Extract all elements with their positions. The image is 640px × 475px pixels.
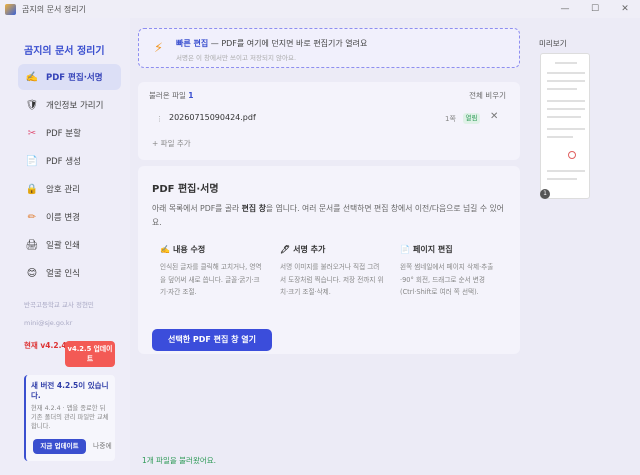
shield-icon: 🛡 — [25, 99, 39, 111]
minimize-button[interactable]: — — [550, 0, 580, 18]
update-now-button[interactable]: 지금 업데이트 — [33, 439, 86, 454]
clear-all-button[interactable]: 전체 비우기 — [469, 90, 506, 101]
preview-label: 미리보기 — [539, 39, 567, 48]
sidebar-item-label: 개인정보 가리기 — [46, 101, 104, 111]
sidebar-item-label: 일괄 인쇄 — [46, 241, 80, 251]
version-row: 현재 v4.2.4 — [24, 340, 67, 351]
sidebar-item-label: PDF 편집·서명 — [46, 73, 103, 83]
window-title: 곰지의 문서 정리기 — [22, 4, 86, 14]
file-list-header: 불러온 파일 1 — [149, 91, 194, 100]
printer-icon: 🖨 — [25, 239, 39, 251]
file-list-card: 불러온 파일 1 전체 비우기 ⋮ 20260715090424.pdf 1쪽 … — [138, 82, 520, 160]
update-title: 새 버전 4.2.5이 있습니다. — [31, 381, 109, 400]
sidebar-item-label: 얼굴 인식 — [46, 269, 80, 279]
title-bar: 곰지의 문서 정리기 — [0, 0, 640, 18]
update-desc: 현재 4.2.4 · 앱을 종료한 뒤 기존 폴더의 관리 파일만 교체합니다. — [31, 405, 109, 430]
stamp-mark — [568, 151, 576, 159]
status-message: 1개 파일을 불러왔어요. — [142, 456, 217, 465]
feature-card-edit: ✍️ 내용 수정 인식된 글자를 클릭해 고치거나, 영역을 덮어써 새로 씁니다… — [150, 236, 268, 322]
later-button[interactable]: 나중에 — [93, 439, 112, 454]
sidebar-item-rename[interactable]: ✏ 이름 변경 — [18, 204, 121, 230]
sidebar-item-label: PDF 생성 — [46, 157, 81, 167]
sidebar-item-label: 암호 관리 — [46, 185, 80, 195]
drag-handle-icon[interactable]: ⋮ — [156, 115, 163, 123]
sidebar-item-privacy[interactable]: 🛡 개인정보 가리기 — [18, 92, 121, 118]
feature-title: 📄 페이지 편집 — [400, 245, 453, 254]
pen-icon: 🖊 — [280, 245, 291, 254]
feature-desc: 왼쪽 썸네일에서 페이지 삭제·추출·90° 회전, 드래그로 순서 변경(Ct… — [400, 263, 494, 296]
sidebar-item-label: 이름 변경 — [46, 213, 80, 223]
feature-title: ✍️ 내용 수정 — [160, 245, 206, 254]
update-card: 새 버전 4.2.5이 있습니다. 현재 4.2.4 · 앱을 종료한 뒤 기존… — [24, 375, 115, 461]
author-org: 반곡고등학교 교사 정현민 — [24, 301, 94, 309]
sidebar-item-face[interactable]: 😊 얼굴 인식 — [18, 260, 121, 286]
document-icon: 📄 — [400, 245, 410, 254]
lightning-icon: ⚡ — [154, 41, 164, 56]
maximize-button[interactable]: ☐ — [580, 0, 610, 18]
smile-icon: 😊 — [26, 267, 38, 279]
author-email: mini@sje.go.kr — [24, 319, 73, 327]
app-icon — [5, 3, 16, 15]
panel-title: PDF 편집·서명 — [152, 184, 219, 195]
lock-icon: 🔒 — [25, 183, 39, 195]
preview-pane: 미리보기 1 — [530, 28, 640, 475]
add-file-button[interactable]: + 파일 추가 — [152, 138, 191, 149]
pencil-icon: ✏ — [27, 211, 37, 223]
page-thumbnail[interactable]: 1 — [540, 53, 590, 199]
sidebar-item-split[interactable]: ✂ PDF 분할 — [18, 120, 121, 146]
pen-hand-icon: ✍️ — [160, 245, 170, 254]
quick-edit-title: 빠른 편집 — PDF를 여기에 던지면 바로 편집기가 열려요 — [176, 39, 368, 48]
file-name: 20260715090424.pdf — [169, 113, 256, 122]
file-pages: 1쪽 — [445, 115, 456, 123]
quick-edit-subtitle: 서명은 이 창에서만 쓰이고 저장되지 않아요. — [176, 54, 297, 62]
current-version: 현재 v4.2.4 — [24, 341, 67, 350]
feature-card-pages: 📄 페이지 편집 왼쪽 썸네일에서 페이지 삭제·추출·90° 회전, 드래그로 … — [390, 236, 508, 322]
feature-desc: 서명 이미지를 불러오거나 직접 그려서 도장처럼 찍습니다. 저장 전까지 위… — [280, 263, 384, 296]
sidebar-item-label: PDF 분할 — [46, 129, 81, 139]
sidebar-item-create[interactable]: 📄 PDF 생성 — [18, 148, 121, 174]
feature-desc: 인식된 글자를 클릭해 고치거나, 영역을 덮어써 새로 씁니다. 글꼴·굵기·… — [160, 263, 262, 296]
feature-title: 🖊 서명 추가 — [280, 245, 326, 254]
pen-hand-icon: ✍️ — [25, 71, 39, 83]
open-editor-button[interactable]: 선택한 PDF 편집 창 열기 — [152, 329, 272, 351]
scissors-icon: ✂ — [27, 127, 37, 139]
page-number-badge: 1 — [540, 189, 550, 199]
panel-description: 아래 목록에서 PDF를 골라 편집 창을 엽니다. 여러 문서를 선택하면 편… — [152, 204, 504, 227]
pdf-edit-panel: PDF 편집·서명 아래 목록에서 PDF를 골라 편집 창을 엽니다. 여러 … — [138, 166, 520, 354]
update-badge-button[interactable]: v4.2.5 업데이트 — [65, 341, 115, 367]
remove-file-icon[interactable]: ✕ — [490, 111, 498, 122]
sidebar-brand: 곰지의 문서 정리기 — [24, 46, 105, 57]
document-icon: 📄 — [25, 155, 39, 167]
status-badge: 열림 — [463, 113, 480, 124]
close-button[interactable]: ✕ — [610, 0, 640, 18]
feature-card-sign: 🖊 서명 추가 서명 이미지를 불러오거나 직접 그려서 도장처럼 찍습니다. 저… — [270, 236, 388, 322]
sidebar-item-password[interactable]: 🔒 암호 관리 — [18, 176, 121, 202]
sidebar-item-pdf-edit-sign[interactable]: ✍️ PDF 편집·서명 — [18, 64, 121, 90]
quick-edit-dropzone[interactable]: ⚡ 빠른 편집 — PDF를 여기에 던지면 바로 편집기가 열려요 서명은 이… — [138, 28, 520, 68]
sidebar-item-print[interactable]: 🖨 일괄 인쇄 — [18, 232, 121, 258]
file-row[interactable]: ⋮ 20260715090424.pdf 1쪽 열림 ✕ — [147, 110, 509, 128]
